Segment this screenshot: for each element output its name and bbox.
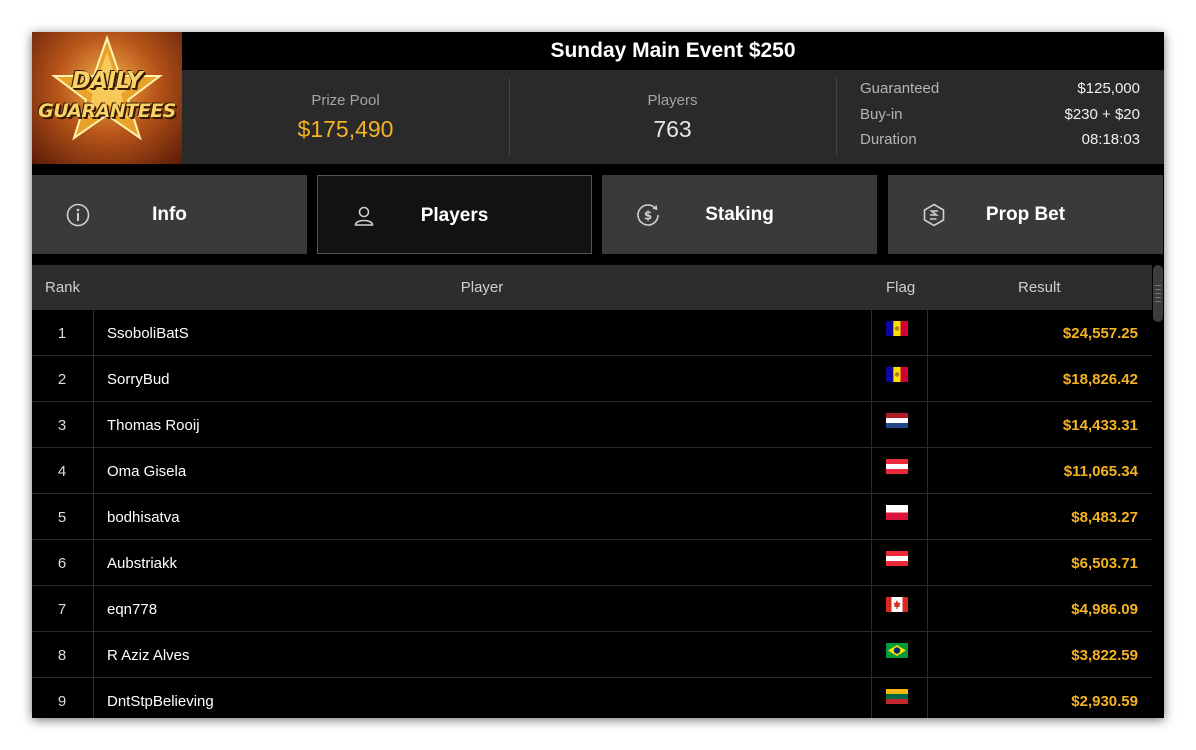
column-flag[interactable]: Flag: [886, 279, 915, 296]
player-name[interactable]: DntStpBelieving: [107, 693, 214, 710]
table-row[interactable]: 1 SsoboliBatS $24,557.25: [32, 310, 1152, 356]
result-cell: $6,503.71: [1071, 555, 1138, 572]
column-player[interactable]: Player: [32, 279, 932, 296]
lithuania-flag-icon: [886, 689, 908, 704]
prize-pool-label: Prize Pool: [311, 92, 380, 109]
tab-staking-label: Staking: [705, 204, 774, 225]
table-row[interactable]: 9 DntStpBelieving $2,930.59: [32, 678, 1152, 718]
divider: [836, 78, 837, 156]
result-cell: $2,930.59: [1071, 693, 1138, 710]
table-row[interactable]: 5 bodhisatva $8,483.27: [32, 494, 1152, 540]
prize-pool-stat: Prize Pool $175,490: [182, 70, 509, 164]
buy-in-value: $230 + $20: [1064, 105, 1141, 123]
player-name[interactable]: eqn778: [107, 601, 157, 618]
tournament-title-text: Sunday Main Event $250: [550, 39, 796, 62]
table-row[interactable]: 2 SorryBud $18,826.42: [32, 356, 1152, 402]
player-name[interactable]: bodhisatva: [107, 509, 180, 526]
table-row[interactable]: 8 R Aziz Alves $3,822.59: [32, 632, 1152, 678]
buy-in-label: Buy-in: [860, 105, 903, 123]
poland-flag-icon: [886, 505, 908, 520]
result-cell: $18,826.42: [1062, 371, 1138, 388]
result-cell: $8,483.27: [1071, 509, 1138, 526]
rank-cell: 3: [57, 417, 67, 434]
tab-staking[interactable]: $ Staking: [602, 175, 877, 254]
column-result[interactable]: Result: [1018, 279, 1061, 296]
tab-info-label: Info: [152, 204, 187, 225]
players-label: Players: [647, 92, 698, 109]
player-name[interactable]: Oma Gisela: [107, 463, 186, 480]
andorra-flag-icon: [886, 367, 908, 382]
players-value: 763: [653, 116, 692, 142]
tournament-title: Sunday Main Event $250: [182, 32, 1164, 70]
logo-text-guarantees: GUARANTEES: [38, 100, 176, 122]
scrollbar[interactable]: [1152, 265, 1164, 718]
result-cell: $14,433.31: [1062, 417, 1138, 434]
guaranteed-row: Guaranteed $125,000: [860, 80, 1140, 106]
brazil-flag-icon: [886, 643, 908, 658]
table-row[interactable]: 6 Aubstriakk $6,503.71: [32, 540, 1152, 586]
rank-cell: 4: [57, 463, 67, 480]
scrollbar-thumb[interactable]: [1153, 265, 1163, 322]
duration-row: Duration 08:18:03: [860, 131, 1140, 157]
results-table: 1 SsoboliBatS $24,557.25 2 SorryBud $18,826.4…: [32, 310, 1152, 718]
rank-cell: 6: [57, 555, 67, 572]
austria-flag-icon: [886, 551, 908, 566]
table-row[interactable]: 3 Thomas Rooij $14,433.31: [32, 402, 1152, 448]
tab-prop-bet[interactable]: Prop Bet: [888, 175, 1163, 254]
rank-cell: 2: [57, 371, 67, 388]
table-row[interactable]: 4 Oma Gisela $11,065.34: [32, 448, 1152, 494]
rank-cell: 1: [57, 325, 67, 342]
result-cell: $24,557.25: [1062, 325, 1138, 342]
player-name[interactable]: SsoboliBatS: [107, 325, 189, 342]
table-header: Rank Player Flag Result: [32, 265, 1152, 310]
logo-text-daily: DAILY: [71, 68, 143, 94]
stats-bar: Prize Pool $175,490 Players 763 Guarante…: [182, 70, 1164, 164]
table-row[interactable]: 7 eqn778 $4,986.09: [32, 586, 1152, 632]
buy-in-row: Buy-in $230 + $20: [860, 106, 1140, 132]
result-cell: $4,986.09: [1071, 601, 1138, 618]
andorra-flag-icon: [886, 321, 908, 336]
rank-cell: 9: [57, 693, 67, 710]
guaranteed-label: Guaranteed: [860, 80, 940, 97]
duration-label: Duration: [860, 131, 917, 148]
player-name[interactable]: Thomas Rooij: [107, 417, 200, 434]
result-cell: $11,065.34: [1063, 463, 1138, 480]
tab-players[interactable]: Players: [317, 175, 592, 254]
rank-cell: 7: [57, 601, 67, 618]
result-cell: $3,822.59: [1071, 647, 1138, 664]
tournament-details: Guaranteed $125,000 Buy-in $230 + $20 Du…: [860, 80, 1140, 157]
duration-value: 08:18:03: [1081, 131, 1140, 148]
tab-players-label: Players: [420, 205, 489, 226]
tab-prop-bet-label: Prop Bet: [985, 204, 1066, 225]
canada-flag-icon: [886, 597, 908, 612]
austria-flag-icon: [886, 459, 908, 474]
prize-pool-value: $175,490: [297, 116, 394, 142]
players-stat: Players 763: [509, 70, 836, 164]
tab-info[interactable]: Info: [32, 175, 307, 254]
daily-guarantees-logo: DAILY GUARANTEES: [32, 32, 182, 164]
tournament-window: DAILY GUARANTEES Sunday Main Event $250 …: [32, 32, 1164, 718]
guaranteed-value: $125,000: [1077, 80, 1140, 97]
player-name[interactable]: Aubstriakk: [107, 555, 177, 572]
player-name[interactable]: R Aziz Alves: [107, 647, 190, 664]
rank-cell: 5: [57, 509, 67, 526]
player-name[interactable]: SorryBud: [107, 371, 170, 388]
netherlands-flag-icon: [886, 413, 908, 428]
rank-cell: 8: [57, 647, 67, 664]
